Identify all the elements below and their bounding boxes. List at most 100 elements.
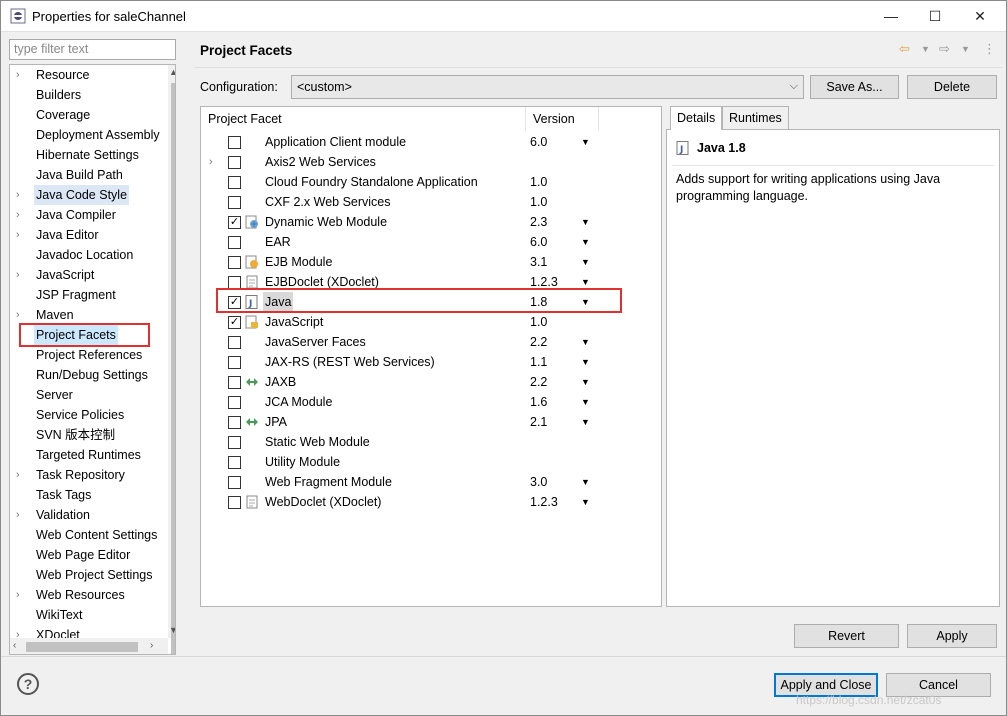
facet-row[interactable]: ✓ JavaScript 1.0	[201, 312, 661, 332]
tree-item[interactable]: › Java Code Style	[10, 185, 168, 205]
version-dropdown-icon[interactable]: ▼	[581, 212, 590, 232]
tab-runtimes[interactable]: Runtimes	[722, 106, 789, 129]
facet-row[interactable]: JPA 2.1 ▼	[201, 412, 661, 432]
facet-checkbox[interactable]	[228, 416, 241, 429]
help-icon[interactable]: ?	[17, 673, 39, 695]
tree-item[interactable]: Coverage	[10, 105, 168, 125]
facet-checkbox[interactable]	[228, 256, 241, 269]
facet-checkbox[interactable]	[228, 336, 241, 349]
tree-item[interactable]: Web Project Settings	[10, 565, 168, 585]
back-arrow-icon[interactable]: ⇦	[899, 41, 910, 57]
version-dropdown-icon[interactable]: ▼	[581, 252, 590, 272]
facet-row[interactable]: › Axis2 Web Services	[201, 152, 661, 172]
close-button[interactable]: ✕	[957, 1, 1003, 31]
facet-checkbox[interactable]	[228, 136, 241, 149]
expand-chevron-icon[interactable]: ›	[209, 152, 213, 172]
tree-item[interactable]: Deployment Assembly	[10, 125, 168, 145]
facet-checkbox[interactable]	[228, 156, 241, 169]
expand-chevron-icon[interactable]: ›	[16, 305, 26, 325]
view-menu-icon[interactable]: ⋮	[983, 41, 996, 57]
tree-item[interactable]: Task Tags	[10, 485, 168, 505]
facet-checkbox[interactable]	[228, 176, 241, 189]
minimize-button[interactable]: —	[868, 1, 914, 31]
facet-row[interactable]: JAXB 2.2 ▼	[201, 372, 661, 392]
configuration-select[interactable]: <custom> ⌵	[291, 75, 804, 99]
tree-item[interactable]: › Maven	[10, 305, 168, 325]
apply-button[interactable]: Apply	[907, 624, 997, 648]
forward-arrow-icon[interactable]: ⇨	[939, 41, 950, 57]
facet-checkbox[interactable]	[228, 476, 241, 489]
facet-row[interactable]: JAX-RS (REST Web Services) 1.1 ▼	[201, 352, 661, 372]
revert-button[interactable]: Revert	[794, 624, 899, 648]
delete-button[interactable]: Delete	[907, 75, 997, 99]
facet-row[interactable]: JCA Module 1.6 ▼	[201, 392, 661, 412]
scroll-down-icon[interactable]: ▼	[169, 625, 175, 635]
version-dropdown-icon[interactable]: ▼	[581, 372, 590, 392]
facet-row[interactable]: CXF 2.x Web Services 1.0	[201, 192, 661, 212]
tree-item[interactable]: Javadoc Location	[10, 245, 168, 265]
tree-item[interactable]: Hibernate Settings	[10, 145, 168, 165]
version-dropdown-icon[interactable]: ▼	[581, 412, 590, 432]
tree-item[interactable]: › Java Compiler	[10, 205, 168, 225]
tree-item[interactable]: Targeted Runtimes	[10, 445, 168, 465]
facet-checkbox[interactable]	[228, 496, 241, 509]
version-dropdown-icon[interactable]: ▼	[581, 492, 590, 512]
expand-chevron-icon[interactable]: ›	[16, 65, 26, 85]
facet-row[interactable]: Static Web Module	[201, 432, 661, 452]
project-facets-table[interactable]: Project Facet Version Application Client…	[200, 106, 662, 607]
scroll-right-icon[interactable]: ›	[150, 640, 153, 651]
facet-checkbox[interactable]	[228, 196, 241, 209]
facet-checkbox[interactable]: ✓	[228, 316, 241, 329]
version-dropdown-icon[interactable]: ▼	[581, 472, 590, 492]
tab-details[interactable]: Details	[670, 106, 723, 130]
facet-row[interactable]: EAR 6.0 ▼	[201, 232, 661, 252]
expand-chevron-icon[interactable]: ›	[16, 185, 26, 205]
tree-item[interactable]: Builders	[10, 85, 168, 105]
tree-item[interactable]: › Task Repository	[10, 465, 168, 485]
filter-input[interactable]: type filter text	[9, 39, 176, 60]
expand-chevron-icon[interactable]: ›	[16, 585, 26, 605]
facet-row[interactable]: JavaServer Faces 2.2 ▼	[201, 332, 661, 352]
version-dropdown-icon[interactable]: ▼	[581, 332, 590, 352]
tree-item[interactable]: › Web Resources	[10, 585, 168, 605]
facet-checkbox[interactable]	[228, 456, 241, 469]
property-page-tree[interactable]: › XDoclet WikiText › Web Resources Web Projec…	[9, 64, 176, 655]
version-dropdown-icon[interactable]: ▼	[581, 352, 590, 372]
expand-chevron-icon[interactable]: ›	[16, 225, 26, 245]
facet-row[interactable]: WebDoclet (XDoclet) 1.2.3 ▼	[201, 492, 661, 512]
facet-checkbox[interactable]	[228, 236, 241, 249]
tree-item[interactable]: › Java Editor	[10, 225, 168, 245]
expand-chevron-icon[interactable]: ›	[16, 205, 26, 225]
facet-row[interactable]: ✓ Dynamic Web Module 2.3 ▼	[201, 212, 661, 232]
version-dropdown-icon[interactable]: ▼	[581, 392, 590, 412]
facet-row[interactable]: Application Client module 6.0 ▼	[201, 132, 661, 152]
scroll-left-icon[interactable]: ‹	[13, 640, 16, 651]
facet-row[interactable]: EJB Module 3.1 ▼	[201, 252, 661, 272]
expand-chevron-icon[interactable]: ›	[16, 505, 26, 525]
forward-menu-icon[interactable]: ▼	[961, 44, 970, 54]
facet-row[interactable]: Web Fragment Module 3.0 ▼	[201, 472, 661, 492]
tree-item[interactable]: WikiText	[10, 605, 168, 625]
tree-item[interactable]: JSP Fragment	[10, 285, 168, 305]
version-dropdown-icon[interactable]: ▼	[581, 232, 590, 252]
scroll-up-icon[interactable]: ▲	[169, 67, 175, 77]
facet-row[interactable]: Cloud Foundry Standalone Application 1.0	[201, 172, 661, 192]
tree-item[interactable]: Java Build Path	[10, 165, 168, 185]
expand-chevron-icon[interactable]: ›	[16, 265, 26, 285]
column-header-facet[interactable]: Project Facet	[201, 107, 526, 131]
facet-row[interactable]: Utility Module	[201, 452, 661, 472]
tree-item[interactable]: Web Content Settings	[10, 525, 168, 545]
expand-chevron-icon[interactable]: ›	[16, 465, 26, 485]
tree-item[interactable]: › JavaScript	[10, 265, 168, 285]
tree-item[interactable]: Web Page Editor	[10, 545, 168, 565]
facet-checkbox[interactable]	[228, 436, 241, 449]
tree-item[interactable]: Service Policies	[10, 405, 168, 425]
facet-checkbox[interactable]	[228, 356, 241, 369]
tree-scroll-thumb[interactable]	[171, 83, 175, 654]
save-as-button[interactable]: Save As...	[810, 75, 899, 99]
version-dropdown-icon[interactable]: ▼	[581, 132, 590, 152]
tree-item[interactable]: Run/Debug Settings	[10, 365, 168, 385]
back-menu-icon[interactable]: ▼	[921, 44, 930, 54]
tree-item[interactable]: Project References	[10, 345, 168, 365]
tree-hscroll-thumb[interactable]	[26, 642, 138, 652]
